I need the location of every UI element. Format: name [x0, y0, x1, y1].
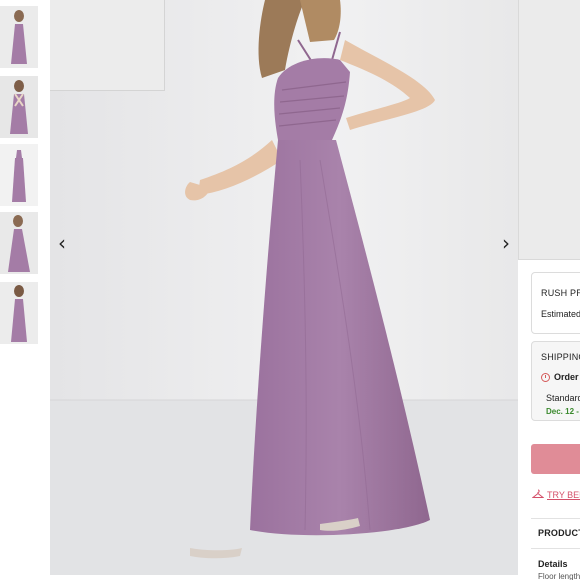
hanger-icon [532, 489, 544, 498]
rush-title: RUSH PRO [541, 288, 580, 298]
details-value: Floor length [538, 572, 580, 580]
main-product-image[interactable]: ‹ › [50, 0, 518, 575]
image-inset-frame [50, 0, 165, 91]
previous-image-chevron-icon[interactable]: ‹ [52, 232, 72, 254]
thumbnail-3[interactable] [0, 144, 38, 206]
delivery-dates: Dec. 12 - [546, 407, 579, 416]
order-by-text: Order t [554, 372, 580, 382]
thumbnail-rail [0, 0, 40, 580]
details-label: Details [538, 559, 568, 569]
product-section-title[interactable]: PRODUCT [538, 528, 580, 538]
divider [531, 518, 580, 519]
rush-estimated-text: Estimated [541, 309, 580, 319]
standard-shipping-text: Standard [546, 393, 580, 403]
thumbnail-5[interactable] [0, 282, 38, 344]
try-before-you-buy-link[interactable]: TRY BEF [547, 490, 580, 500]
shipping-card: SHIPPING Order t Standard Dec. 12 - [531, 341, 580, 421]
clock-icon [541, 373, 550, 382]
thumbnail-1[interactable] [0, 6, 38, 68]
next-image-chevron-icon[interactable]: › [496, 232, 516, 254]
thumbnail-4[interactable] [0, 212, 38, 274]
rush-production-card[interactable]: RUSH PRO Estimated [531, 272, 580, 334]
side-image-placeholder [518, 0, 580, 260]
divider [531, 548, 580, 549]
add-to-bag-button[interactable] [531, 444, 580, 474]
thumbnail-2[interactable] [0, 76, 38, 138]
shipping-title: SHIPPING [541, 352, 580, 362]
